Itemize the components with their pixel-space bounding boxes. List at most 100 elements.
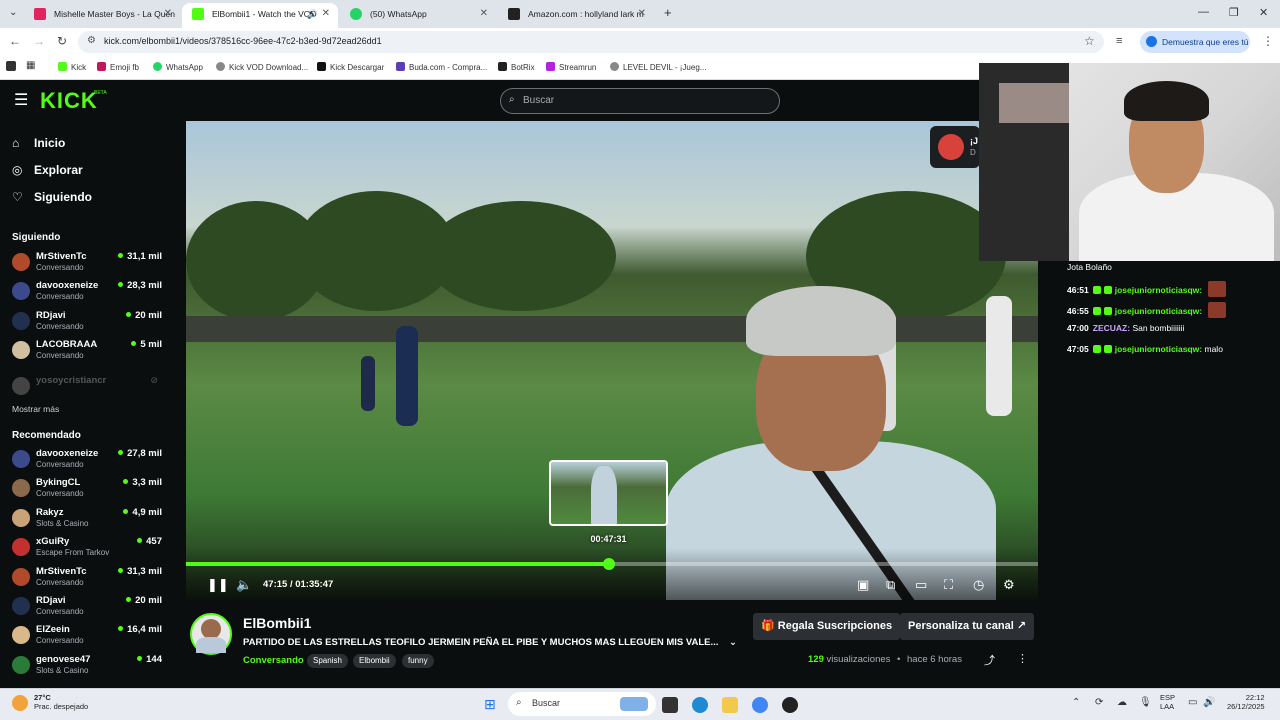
bookmark-kick-vod[interactable]: Kick VOD Download...	[216, 62, 308, 72]
category-link[interactable]: Conversando	[243, 655, 304, 666]
browser-tab-mishelle[interactable]: Mishelle Master Boys - La Quen ✕	[24, 3, 180, 28]
chat-username[interactable]: josejuniornoticiasqw:	[1115, 285, 1202, 295]
viewer-count: 31,1 mil	[118, 251, 162, 262]
browser-tab-amazon[interactable]: Amazon.com : hollyland lark m ✕	[498, 3, 654, 28]
site-info-icon[interactable]: ⚙	[87, 35, 96, 46]
seek-handle[interactable]	[602, 558, 615, 570]
share-icon[interactable]: ⤴	[984, 652, 995, 668]
video-player[interactable]	[186, 121, 1038, 600]
chrome-menu-icon[interactable]: ⋮	[1262, 34, 1274, 48]
tag-elbombii[interactable]: Elbombii	[353, 654, 396, 668]
kick-search-input[interactable]: ⌕ Buscar	[500, 88, 780, 114]
offline-channel[interactable]: yosoycristiancr ⊘	[12, 375, 162, 403]
browser-tab-whatsapp[interactable]: (50) WhatsApp ✕	[340, 3, 496, 28]
address-bar[interactable]: ⚙ kick.com/elbombii1/videos/378516cc-96e…	[78, 31, 1104, 53]
audio-playing-icon[interactable]: 🔊	[307, 3, 318, 25]
taskbar-search[interactable]: ⌕ Buscar	[508, 692, 656, 716]
reload-icon[interactable]: ↻	[57, 34, 67, 48]
hamburger-menu-icon[interactable]: ☰	[14, 90, 28, 110]
task-view-icon[interactable]	[662, 697, 678, 713]
chat-username[interactable]: josejuniornoticiasqw:	[1115, 344, 1202, 354]
media-controls-icon[interactable]: ≡	[1116, 35, 1122, 47]
channel-row[interactable]: MrStivenTc Conversando 31,3 mil	[12, 566, 162, 594]
network-icon[interactable]: ▭	[1188, 697, 1197, 708]
expand-chevron-icon[interactable]: ⌄	[729, 637, 737, 648]
channel-row[interactable]: xGuiRy Escape From Tarkov 457	[12, 536, 162, 564]
minimize-icon[interactable]: —	[1198, 6, 1209, 18]
restore-icon[interactable]: ❐	[1229, 6, 1239, 19]
chat-username[interactable]: josejuniornoticiasqw:	[1115, 306, 1202, 316]
channel-row[interactable]: genovese47 Slots & Casino 144	[12, 654, 162, 682]
bookmark-level-devil[interactable]: LEVEL DEVIL - ¡Jueg...	[610, 62, 706, 72]
nav-inicio[interactable]: ⌂ Inicio	[12, 136, 65, 150]
apps-grid-icon[interactable]: ▦	[26, 60, 35, 71]
app-icon[interactable]	[782, 697, 798, 713]
playback-speed-icon[interactable]: ◷	[973, 577, 984, 593]
tab-search-chevron-icon[interactable]: ⌄	[9, 7, 17, 18]
fullscreen-icon[interactable]: ⛶	[944, 577, 953, 593]
channel-row[interactable]: LACOBRAAA Conversando 5 mil	[12, 339, 162, 367]
new-tab-button[interactable]: +	[664, 5, 672, 20]
settings-gear-icon[interactable]: ⚙	[1003, 577, 1015, 593]
seek-bar[interactable]	[186, 558, 1038, 570]
close-tab-icon[interactable]: ✕	[322, 3, 330, 25]
channel-row[interactable]: RDjavi Conversando 20 mil	[12, 310, 162, 338]
forward-icon[interactable]: →	[33, 34, 45, 48]
language-indicator[interactable]: ESP LAA	[1160, 693, 1175, 711]
bookmark-whatsapp[interactable]: WhatsApp	[153, 62, 203, 72]
close-tab-icon[interactable]: ✕	[638, 3, 646, 25]
nav-siguiendo[interactable]: ♡ Siguiendo	[12, 190, 92, 204]
cloud-icon[interactable]: ☁	[1117, 697, 1127, 708]
channel-row[interactable]: MrStivenTc Conversando 31,1 mil	[12, 251, 162, 279]
edge-icon[interactable]	[692, 697, 708, 713]
pause-icon[interactable]: ❚❚	[207, 577, 229, 593]
volume-icon[interactable]: 🔈	[236, 577, 252, 593]
profile-verify-chip[interactable]: Demuestra que eres tú	[1140, 31, 1250, 53]
bookmark-kick[interactable]: Kick	[58, 62, 86, 72]
channel-row[interactable]: ElZeein Conversando 16,4 mil	[12, 624, 162, 652]
nav-explorar[interactable]: ◎ Explorar	[12, 163, 83, 177]
bookmark-star-icon[interactable]: ☆	[1084, 34, 1095, 48]
channel-row[interactable]: RDjavi Conversando 20 mil	[12, 595, 162, 623]
tray-app-icon[interactable]: ⟳	[1095, 697, 1103, 708]
back-icon[interactable]: ←	[9, 34, 21, 48]
bookmark-streamrun[interactable]: Streamrun	[546, 62, 596, 72]
more-options-icon[interactable]: ⋮	[1017, 652, 1028, 665]
channel-avatar[interactable]	[190, 613, 232, 655]
microphone-icon[interactable]: 🎙	[1139, 697, 1152, 708]
close-tab-icon[interactable]: ✕	[480, 3, 488, 25]
customize-channel-button[interactable]: Personaliza tu canal ↗	[900, 613, 1035, 640]
window-close-icon[interactable]: ✕	[1259, 6, 1268, 19]
bookmark-buda[interactable]: Buda.com - Compra...	[396, 62, 487, 72]
tray-chevron-icon[interactable]: ⌃	[1072, 697, 1080, 708]
external-link-icon: ↗	[1016, 620, 1027, 632]
theater-mode-icon[interactable]: ▭	[915, 577, 927, 593]
weather-widget[interactable]: 27°C Prac. despejado	[34, 693, 88, 711]
bookmark-emoji-fb[interactable]: Emoji fb	[97, 62, 139, 72]
kick-logo[interactable]: KICK	[40, 88, 98, 114]
weather-icon[interactable]	[12, 695, 28, 711]
show-more-link[interactable]: Mostrar más	[12, 404, 59, 414]
channel-row[interactable]: davooxeneize Conversando 28,3 mil	[12, 280, 162, 308]
bookmark-kick-descargar[interactable]: Kick Descargar	[317, 62, 384, 72]
channel-row[interactable]: davooxeneize Conversando 27,8 mil	[12, 448, 162, 476]
live-notification[interactable]: ¡J D	[930, 126, 980, 168]
tag-spanish[interactable]: Spanish	[307, 654, 348, 668]
miniplayer-icon[interactable]: ▣	[857, 577, 869, 593]
bookmarks-apps-icon[interactable]	[6, 61, 16, 71]
file-explorer-icon[interactable]	[722, 697, 738, 713]
tag-funny[interactable]: funny	[402, 654, 434, 668]
clock[interactable]: 22:12 26/12/2025	[1227, 693, 1265, 711]
channel-row[interactable]: Rakyz Slots & Casino 4,9 mil	[12, 507, 162, 535]
gift-subs-button[interactable]: 🎁 Regala Suscripciones	[753, 613, 901, 640]
chrome-icon[interactable]	[752, 697, 768, 713]
windows-start-icon[interactable]: ⊞	[484, 696, 496, 713]
clip-icon[interactable]: ⧉	[886, 577, 895, 593]
channel-row[interactable]: BykingCL Conversando 3,3 mil	[12, 477, 162, 505]
bookmark-botrix[interactable]: BotRix	[498, 62, 535, 72]
chat-username[interactable]: ZECUAZ:	[1093, 323, 1130, 333]
channel-name[interactable]: ElBombii1	[243, 615, 311, 631]
speaker-icon[interactable]: 🔊	[1203, 697, 1215, 708]
close-tab-icon[interactable]: ✕	[164, 3, 172, 25]
browser-tab-elbombii[interactable]: ElBombii1 - Watch the VOD 🔊 ✕	[182, 3, 338, 28]
